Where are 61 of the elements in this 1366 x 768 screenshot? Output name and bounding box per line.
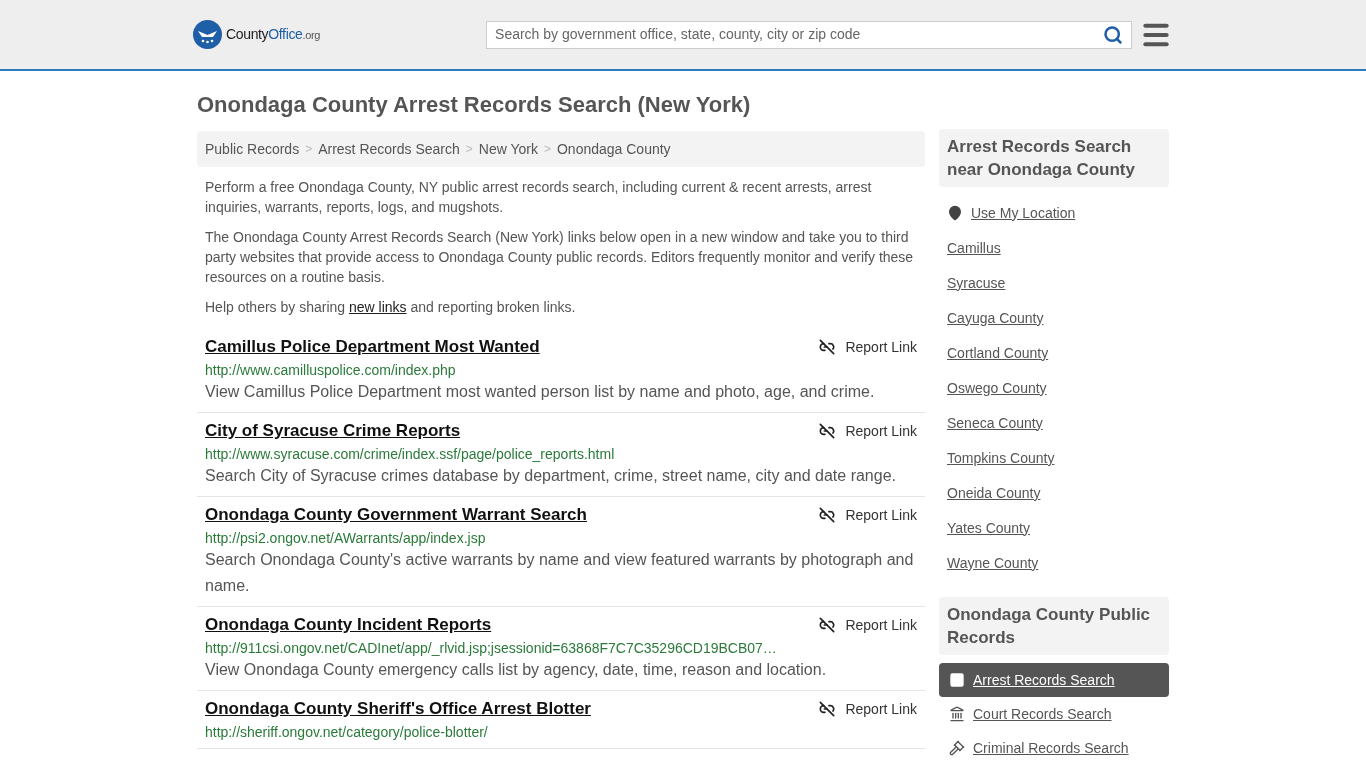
breadcrumb-link[interactable]: Arrest Records Search (318, 138, 460, 160)
result-description: Search Onondaga County's active warrants by name and view featured warrants by photograph and name. (205, 550, 915, 596)
result-title-link[interactable]: City of Syracuse Crime Reports (205, 420, 461, 442)
nearby-link[interactable]: Seneca County (947, 412, 1043, 434)
report-link[interactable]: Report Link (819, 504, 917, 526)
result-description: View Onondaga County emergency calls list by agency, date, time, reason and location. (205, 660, 828, 680)
result-url: http://www.camilluspolice.com/index.php (205, 361, 457, 379)
report-link[interactable]: Report Link (819, 420, 917, 442)
nearby-link[interactable]: Tompkins County (947, 447, 1055, 469)
search-bar[interactable]: Search by government office, state, county, city or zip code (486, 20, 1133, 49)
map-pin-icon (947, 205, 963, 221)
nearby-link[interactable]: Yates County (947, 517, 1030, 539)
sidebar-heading: Arrest Records Search near Onondaga County (939, 129, 1169, 187)
square-icon (949, 672, 965, 688)
search-icon[interactable] (1103, 24, 1124, 45)
result-description: View Camillus Police Department most wanted person list by name and photo, age, and crime. (205, 382, 876, 402)
breadcrumb-separator: > (543, 141, 551, 158)
use-location-link[interactable]: Use My Location (947, 201, 1161, 225)
broken-link-icon (819, 423, 836, 439)
nearby-link[interactable]: Cortland County (947, 342, 1049, 364)
nearby-link[interactable]: Oswego County (947, 377, 1047, 399)
report-link[interactable]: Report Link (819, 336, 917, 358)
records-nav-item[interactable]: Arrest Records Search (939, 663, 1169, 697)
breadcrumb-separator: > (305, 141, 313, 158)
nearby-link[interactable]: Camillus (947, 237, 1001, 259)
result-title-link[interactable]: Onondaga County Sheriff's Office Arrest Blotter (205, 698, 591, 720)
intro-paragraph: The Onondaga County Arrest Records Search (New York) links below open in a new window and take you to third party websites that provide access to Onondaga County public records. Editors frequently monitor and verify these resources on a routine basis. (205, 228, 915, 287)
result-title-link[interactable]: Onondaga County Government Warrant Search (205, 504, 587, 526)
nearby-link[interactable]: Cayuga County (947, 307, 1044, 329)
result-title-link[interactable]: Onondaga County Incident Reports (205, 614, 492, 636)
broken-link-icon (819, 507, 836, 523)
nearby-link[interactable]: Oneida County (947, 482, 1041, 504)
broken-link-icon (819, 339, 836, 355)
breadcrumb-link[interactable]: Onondaga County (556, 138, 671, 160)
new-links-link[interactable]: new links (348, 299, 407, 315)
result-url: http://sheriff.ongov.net/category/police-blotter/ (205, 723, 489, 741)
broken-link-icon (819, 617, 836, 633)
gavel-icon (949, 740, 965, 756)
nearby-link[interactable]: Syracuse (947, 272, 1006, 294)
eagle-logo-icon (193, 20, 222, 49)
breadcrumb-link[interactable]: Public Records (205, 138, 300, 160)
breadcrumb-separator: > (465, 141, 473, 158)
result-title-link[interactable]: Camillus Police Department Most Wanted (205, 336, 540, 358)
sidebar-heading: Onondaga County Public Records (939, 597, 1169, 655)
records-nav-item[interactable]: Criminal Records Search (939, 731, 1169, 765)
report-link[interactable]: Report Link (819, 614, 917, 636)
records-nav-item[interactable]: Court Records Search (939, 697, 1169, 731)
result-description: Search City of Syracuse crimes database by department, crime, street name, city and date range. (205, 466, 897, 486)
broken-link-icon (819, 701, 836, 717)
report-link[interactable]: Report Link (819, 698, 917, 720)
breadcrumb-link[interactable]: New York (478, 138, 538, 160)
result-url: http://911csi.ongov.net/CADInet/app/_rlvid.jsp;jsessionid=63868F7C7C35296CD19BCB07… (205, 639, 778, 657)
page-title: Onondaga County Arrest Records Search (New York) (197, 91, 752, 119)
site-logo[interactable]: CountyOffice.org (226, 24, 321, 45)
help-paragraph: Help others by sharing new links and reporting broken links. (205, 298, 577, 317)
result-url: http://psi2.ongov.net/AWarrants/app/index.jsp (205, 529, 487, 547)
result-url: http://www.syracuse.com/crime/index.ssf/page/police_reports.html (205, 445, 616, 463)
bank-icon (949, 706, 965, 722)
intro-paragraph: Perform a free Onondaga County, NY public arrest records search, including current & recent arrests, arrest inquiries, warrants, reports, logs, and mugshots. (205, 178, 873, 217)
search-field[interactable]: Search by government office, state, county, city or zip code (495, 24, 1104, 45)
nearby-link[interactable]: Wayne County (947, 552, 1039, 574)
